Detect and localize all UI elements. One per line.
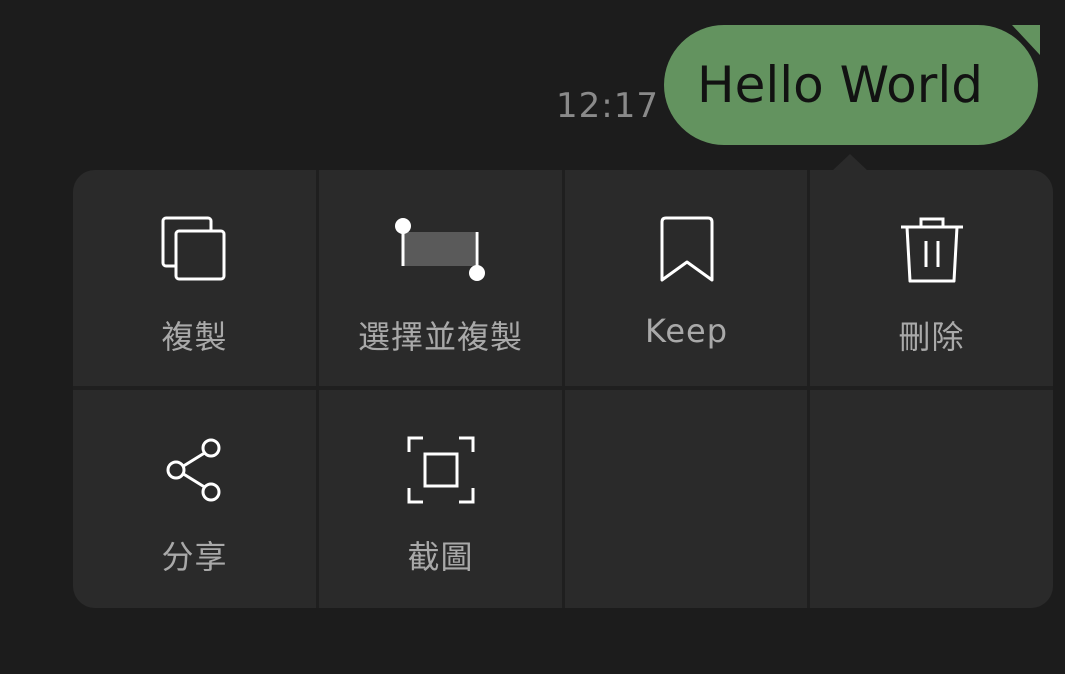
select-copy-icon [391, 210, 491, 290]
share-icon [145, 430, 245, 510]
menu-item-label: 截圖 [407, 538, 474, 576]
menu-item-label: 分享 [161, 538, 228, 576]
trash-icon [882, 210, 982, 290]
menu-item-share[interactable]: 分享 [73, 390, 316, 606]
bubble-tail [1012, 25, 1040, 55]
menu-item-delete[interactable]: 刪除 [810, 170, 1053, 386]
screenshot-icon [391, 430, 491, 510]
bookmark-icon [637, 210, 737, 290]
message-text: Hello World [697, 56, 983, 114]
menu-item-copy[interactable]: 複製 [73, 170, 316, 386]
context-menu: 複製 選擇並複製 Keep 刪除 分享 截圖 [73, 170, 1053, 608]
menu-item-label: 刪除 [898, 318, 965, 356]
copy-icon [145, 210, 245, 290]
menu-item-keep[interactable]: Keep [565, 170, 808, 386]
menu-item-label: Keep [644, 312, 729, 350]
message-timestamp: 12:17 [556, 86, 659, 126]
menu-item-select-copy[interactable]: 選擇並複製 [319, 170, 562, 386]
menu-pointer [832, 154, 868, 171]
message-bubble[interactable]: Hello World [664, 25, 1040, 145]
menu-item-label: 選擇並複製 [357, 318, 523, 356]
menu-item-screenshot[interactable]: 截圖 [319, 390, 562, 606]
menu-item-label: 複製 [161, 318, 228, 356]
